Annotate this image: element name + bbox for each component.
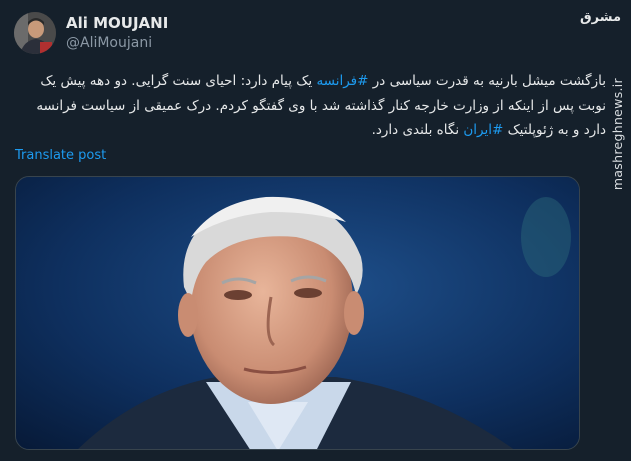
translate-post-link[interactable]: Translate post [15,148,106,163]
tweet-text: بازگشت میشل بارنیه به قدرت سیاسی در #فرا… [14,69,606,143]
portrait-photo [16,177,579,449]
watermark-logo: مشرق [580,10,621,25]
watermark: مشرق mashreghnews.ir [580,0,627,461]
tweet-text-part: بازگشت میشل بارنیه به قدرت سیاسی در [368,73,606,89]
handle[interactable]: @AliMoujani [66,34,168,53]
author-names: Ali MOUJANI @AliMoujani [66,14,168,53]
watermark-site: mashreghnews.ir [610,78,625,191]
display-name[interactable]: Ali MOUJANI [66,14,168,33]
hashtag-link[interactable]: #ایران [463,122,503,138]
hashtag-link[interactable]: #فرانسه [316,73,368,89]
media-photo[interactable] [15,176,580,450]
tweet-header: Ali MOUJANI @AliMoujani [14,12,168,54]
avatar[interactable] [14,12,56,54]
tweet-text-part: نگاه بلندی دارد. [371,122,464,138]
